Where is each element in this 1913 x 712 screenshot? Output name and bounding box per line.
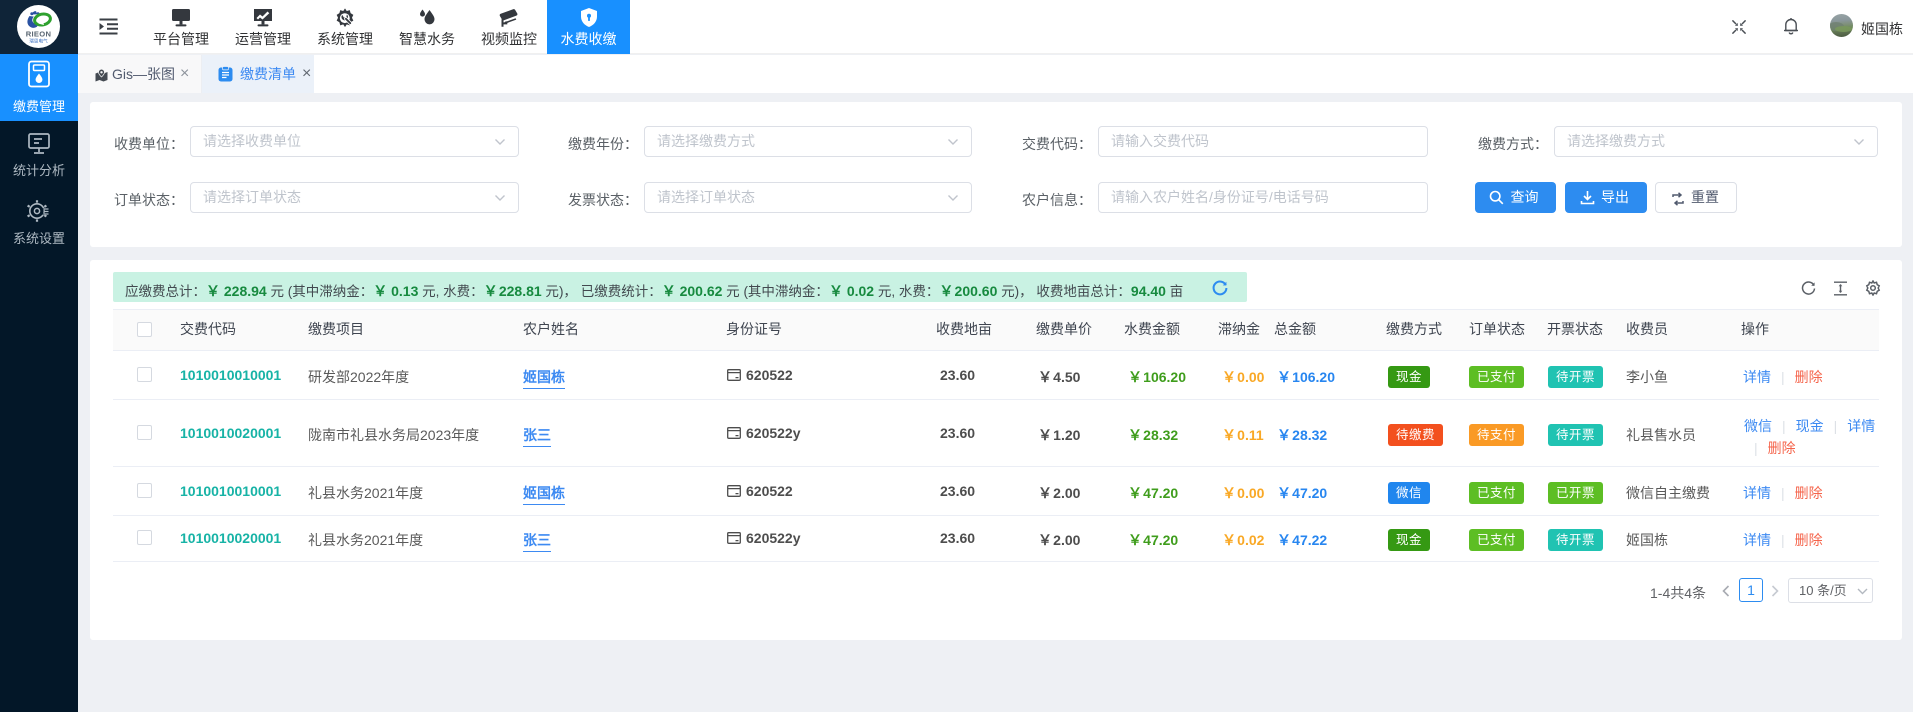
- svg-text:RIEON: RIEON: [26, 30, 52, 39]
- svg-text:瑞恩电气: 瑞恩电气: [29, 38, 48, 44]
